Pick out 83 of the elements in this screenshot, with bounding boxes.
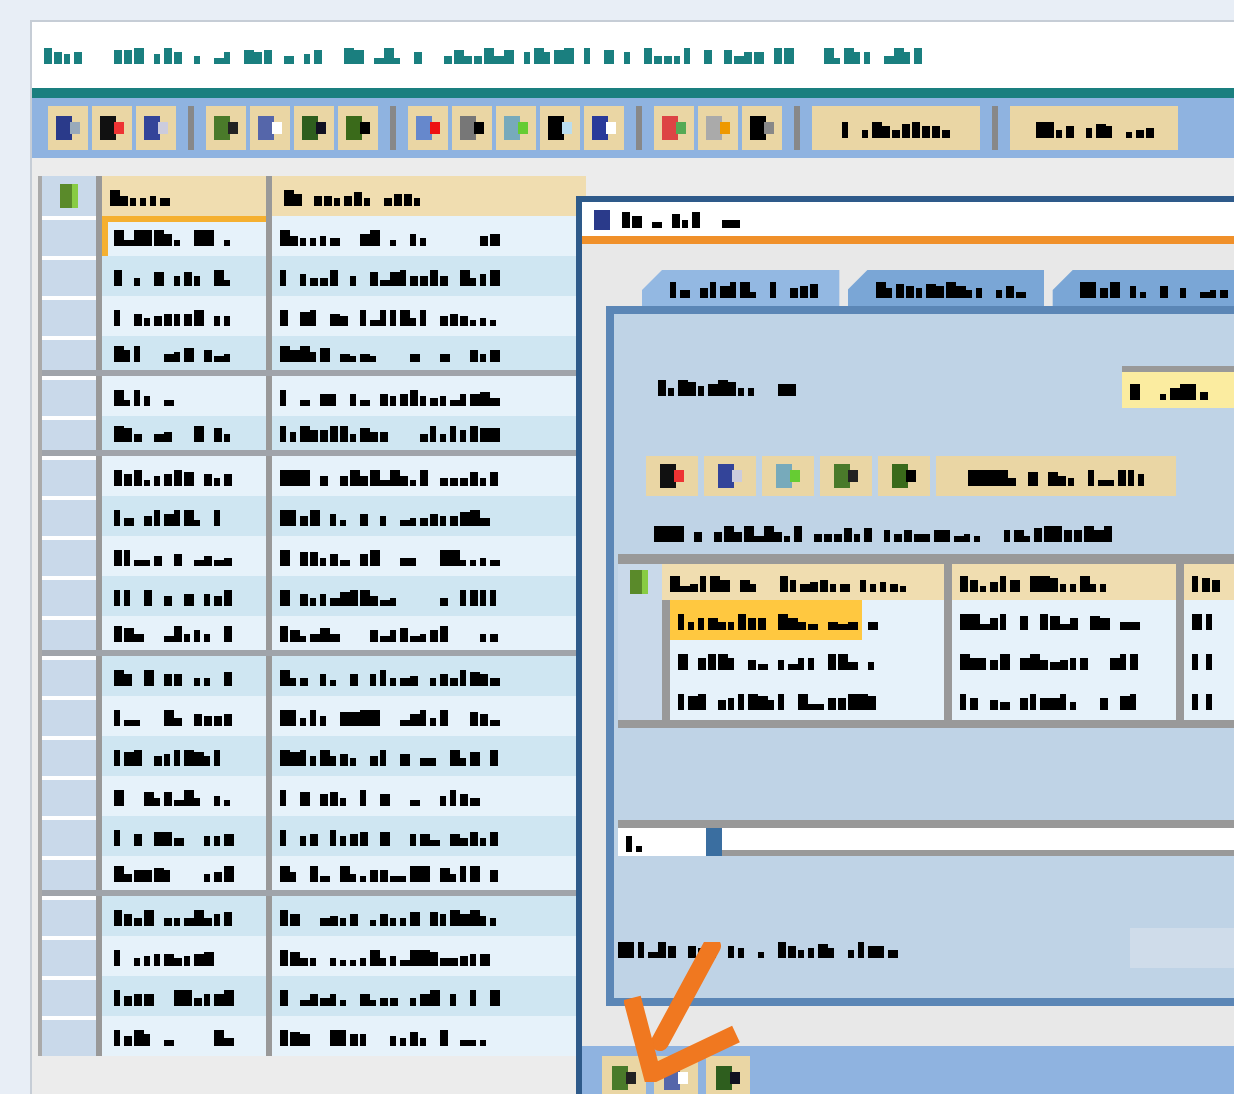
pixelated-text	[114, 827, 234, 845]
tool-icon	[414, 114, 442, 142]
tool-icon	[704, 114, 732, 142]
input-field[interactable]	[618, 828, 722, 856]
pixelated-text	[1192, 651, 1212, 669]
toolbar-button[interactable]	[704, 456, 756, 496]
pixelated-text	[1035, 119, 1153, 137]
toolbar-field[interactable]	[936, 456, 1176, 496]
toolbar-button[interactable]	[338, 106, 378, 150]
pixelated-text	[114, 624, 232, 642]
toolbar-button[interactable]	[820, 456, 872, 496]
dialog-tab[interactable]	[642, 270, 840, 306]
tool-icon	[590, 114, 618, 142]
pixelated-text	[114, 787, 230, 805]
tool-icon	[546, 114, 574, 142]
pixelated-text	[114, 947, 214, 965]
pixelated-text	[1192, 611, 1212, 629]
toolbar-button[interactable]	[646, 456, 698, 496]
pixelated-text	[114, 547, 232, 565]
tool-icon	[344, 114, 372, 142]
pixelated-text	[114, 467, 232, 485]
dialog-button[interactable]	[602, 1056, 646, 1094]
tool-icon	[660, 114, 688, 142]
tool-icon	[458, 114, 486, 142]
toolbar-button[interactable]	[206, 106, 246, 150]
pixelated-text	[626, 833, 642, 851]
tool-icon	[832, 462, 860, 490]
tool-icon	[890, 462, 918, 490]
pixelated-text	[114, 587, 232, 605]
tool-icon	[716, 462, 744, 490]
pixelated-text	[114, 707, 232, 725]
window-icon	[594, 209, 610, 229]
pixelated-text	[114, 747, 220, 765]
pixelated-text	[114, 907, 232, 925]
pixelated-text	[114, 227, 230, 245]
toolbar-button[interactable]	[878, 456, 930, 496]
tool-icon	[774, 462, 802, 490]
pixelated-text	[1192, 573, 1220, 591]
dialog-tab[interactable]	[1052, 270, 1234, 306]
toolbar-button[interactable]	[294, 106, 334, 150]
toolbar-field[interactable]	[812, 106, 980, 150]
dialog-button[interactable]	[706, 1056, 750, 1094]
tool-icon	[610, 1064, 638, 1092]
pixelated-text	[114, 864, 234, 882]
toolbar-button[interactable]	[452, 106, 492, 150]
tool-icon	[748, 114, 776, 142]
pixelated-text	[110, 187, 170, 205]
toolbar-button[interactable]	[92, 106, 132, 150]
toolbar-button[interactable]	[742, 106, 782, 150]
pixelated-text	[114, 344, 230, 362]
pixelated-text	[114, 1027, 234, 1045]
pixelated-text	[842, 119, 950, 137]
pixelated-text	[114, 387, 174, 405]
pixelated-text	[1192, 691, 1212, 709]
input-field[interactable]	[1122, 366, 1234, 408]
pixelated-text	[114, 267, 230, 285]
pixelated-text	[1130, 381, 1208, 399]
toolbar-button[interactable]	[48, 106, 88, 150]
tool-icon	[98, 114, 126, 142]
toolbar-button[interactable]	[540, 106, 580, 150]
select-all-icon[interactable]	[630, 570, 650, 594]
toolbar-field[interactable]	[1010, 106, 1178, 150]
input-field[interactable]	[722, 828, 1234, 856]
pixelated-text	[114, 987, 234, 1005]
pixelated-text	[114, 667, 232, 685]
pixelated-text	[658, 378, 796, 396]
dialog-tab[interactable]	[847, 270, 1045, 306]
tool-icon	[658, 462, 686, 490]
pixelated-text	[284, 187, 420, 205]
pixelated-text	[114, 424, 230, 442]
tool-icon	[256, 114, 284, 142]
tool-icon	[212, 114, 240, 142]
pixelated-text	[114, 507, 220, 525]
select-all-icon[interactable]	[59, 184, 79, 208]
pixelated-text	[114, 307, 230, 325]
pixelated-text	[622, 210, 740, 228]
tool-icon	[300, 114, 328, 142]
tool-icon	[502, 114, 530, 142]
tool-icon	[54, 114, 82, 142]
tool-icon	[142, 114, 170, 142]
toolbar-button[interactable]	[584, 106, 624, 150]
tool-icon	[714, 1064, 742, 1092]
toolbar-button[interactable]	[136, 106, 176, 150]
